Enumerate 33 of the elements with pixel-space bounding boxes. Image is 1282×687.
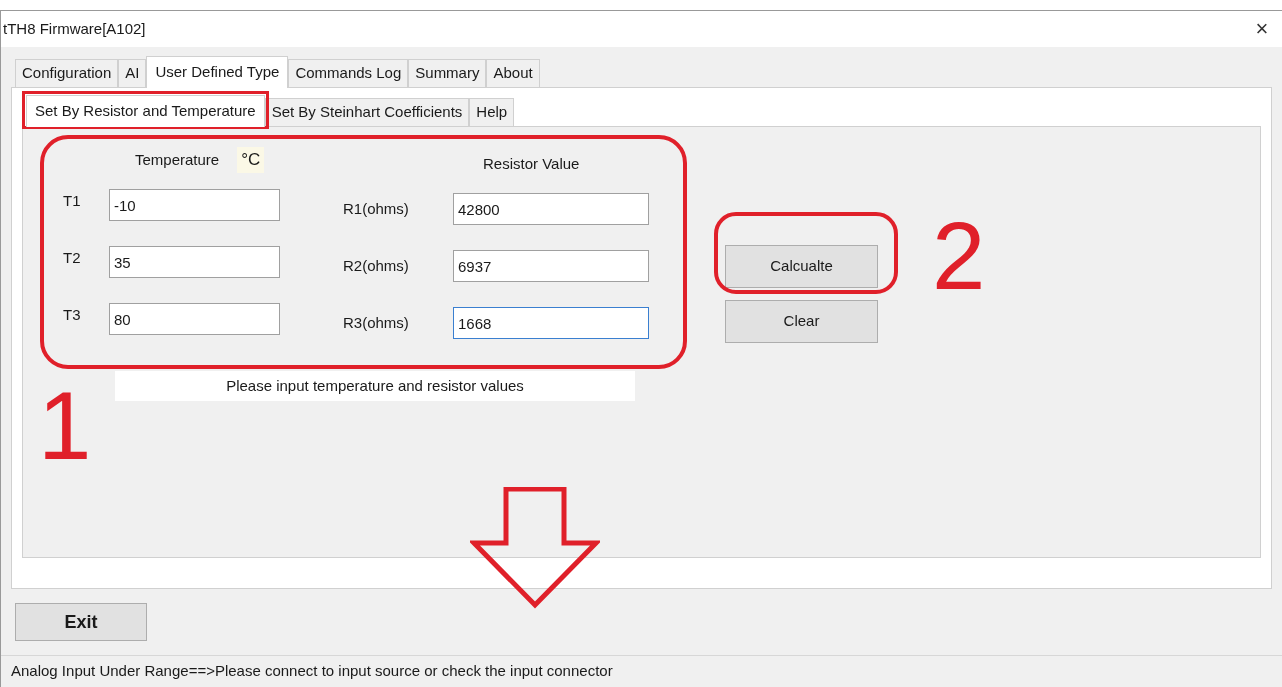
row-label: R1(ohms) [342, 198, 410, 219]
calculate-button[interactable]: Calcualte [725, 245, 878, 288]
temperature-field[interactable]: 35 [109, 246, 280, 278]
row-label: R3(ohms) [342, 312, 410, 333]
tab[interactable]: About [486, 59, 540, 87]
annotation-number: 2 [932, 208, 986, 304]
temperature-heading: Temperature [135, 149, 220, 170]
row-label: T3 [62, 304, 82, 325]
row-label: T2 [62, 247, 82, 268]
tab[interactable]: Help [469, 98, 515, 126]
temperature-field[interactable]: -10 [109, 189, 280, 221]
row-label: T1 [62, 190, 82, 211]
status-text: Analog Input Under Range==>Please connect to input source or check the input connector [11, 661, 613, 682]
close-button[interactable]: × [1244, 14, 1280, 44]
exit-button[interactable]: Exit [15, 603, 147, 641]
tab[interactable]: Commands Log [288, 59, 409, 87]
resistor-field[interactable]: 42800 [453, 193, 649, 225]
window-title: tTH8 Firmware[A102] [3, 18, 146, 39]
temperature-field[interactable]: 80 [109, 303, 280, 335]
tab[interactable]: User Defined Type [146, 56, 289, 88]
tab[interactable]: Set By Resistor and Temperature [26, 95, 265, 127]
tab[interactable]: Summary [408, 59, 487, 87]
tab[interactable]: Configuration [15, 59, 119, 87]
annotation-number: 1 [38, 378, 92, 474]
clear-button[interactable]: Clear [725, 300, 878, 343]
resistor-field[interactable]: 6937 [453, 250, 649, 282]
resistor-field[interactable]: 1668 [453, 307, 649, 339]
message-label: Please input temperature and resistor values [115, 371, 635, 401]
tab[interactable]: Set By Steinhart Coefficients [264, 98, 470, 126]
resistor-heading: Resistor Value [483, 153, 580, 174]
unit-label: °C [237, 147, 265, 173]
row-label: R2(ohms) [342, 255, 410, 276]
tab[interactable]: AI [118, 59, 147, 87]
